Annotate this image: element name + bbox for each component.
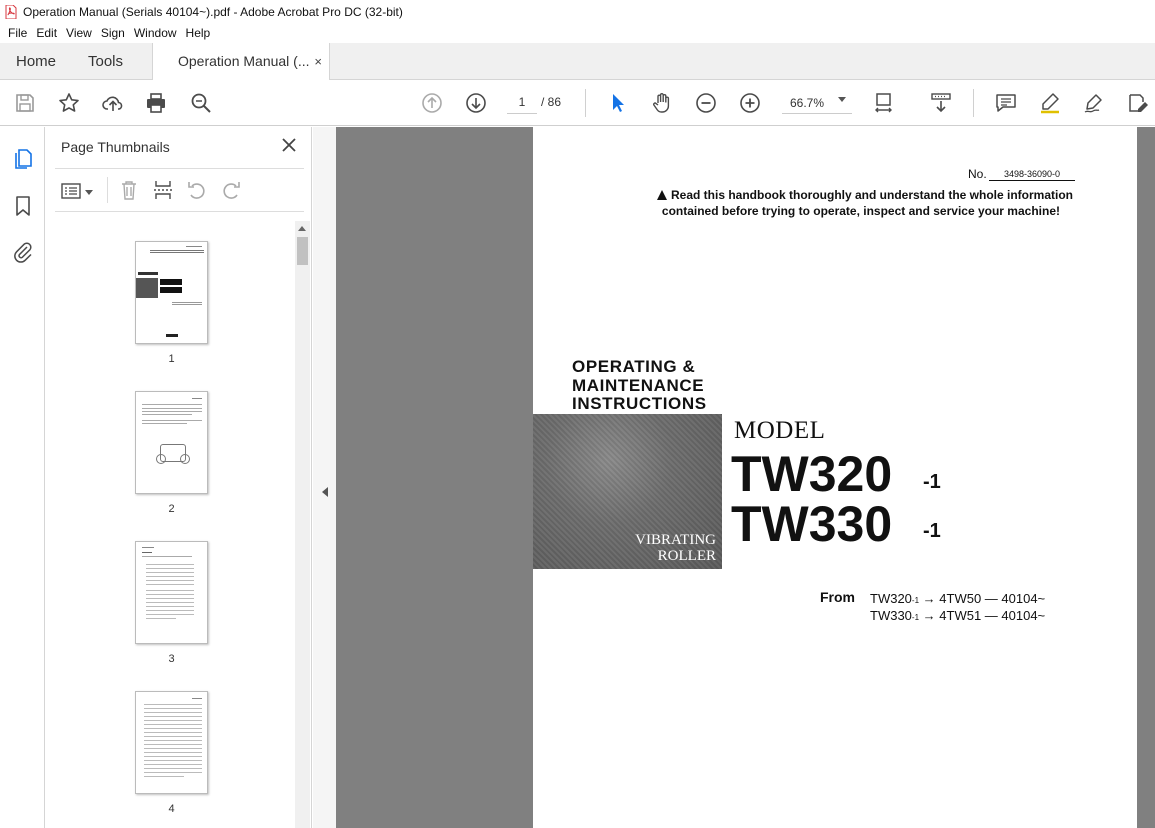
zoom-dropdown[interactable]: 66.7% (782, 90, 852, 114)
toolbar-separator (585, 89, 586, 117)
title-bar: Operation Manual (Serials 40104~).pdf - … (0, 0, 1155, 23)
serial-range-tw320: TW320-1 → 4TW50 — 40104~ (870, 591, 1046, 606)
menu-sign[interactable]: Sign (101, 26, 125, 40)
page-thumbnail-4[interactable] (135, 691, 208, 794)
highlight-pen-icon[interactable] (1038, 91, 1062, 115)
photo-caption-roller: ROLLER (657, 548, 716, 564)
document-number-label: No. (968, 167, 987, 181)
page-fit-icon[interactable] (873, 91, 897, 115)
menu-file[interactable]: File (8, 26, 27, 40)
next-page-icon[interactable] (464, 91, 488, 115)
model-tw330: TW330 (731, 496, 893, 552)
menu-view[interactable]: View (66, 26, 92, 40)
bookmarks-icon[interactable] (11, 194, 35, 218)
page-thumbnail-3[interactable] (135, 541, 208, 644)
page-thumbnail-2[interactable] (135, 391, 208, 494)
page-thumbnails-panel: Page Thumbnails 1 2 3 4 (45, 127, 312, 828)
heading-instructions: INSTRUCTIONS (572, 394, 707, 413)
thumbnail-label: 1 (168, 353, 175, 365)
serial-from-label: From (820, 589, 855, 605)
menu-bar: File Edit View Sign Window Help (0, 23, 1155, 43)
bookmark-star-icon[interactable] (57, 91, 81, 115)
attachments-paperclip-icon[interactable] (11, 240, 35, 264)
panel-title: Page Thumbnails (61, 139, 170, 155)
thumbnail-label: 4 (168, 803, 175, 815)
tab-document-label: Operation Manual (... (178, 53, 310, 69)
find-zoom-icon[interactable] (189, 91, 213, 115)
thumbnail-label: 3 (168, 653, 175, 665)
options-list-icon[interactable] (60, 180, 82, 202)
sign-pen-icon[interactable] (1082, 91, 1106, 115)
hand-tool-icon[interactable] (650, 91, 674, 115)
close-icon[interactable] (281, 137, 297, 153)
comment-icon[interactable] (994, 91, 1018, 115)
page-thumbnail-1[interactable] (135, 241, 208, 344)
thumbnail-scrollbar[interactable] (295, 221, 310, 828)
previous-page-icon[interactable] (420, 91, 444, 115)
edit-pdf-icon[interactable] (1126, 91, 1150, 115)
print-icon[interactable] (144, 91, 168, 115)
split-page-icon[interactable] (152, 179, 174, 201)
menu-help[interactable]: Help (186, 26, 211, 40)
zoom-value: 66.7% (790, 96, 825, 110)
tab-close-icon[interactable]: × (314, 43, 322, 80)
warning-line-1: Read this handbook thoroughly and unders… (641, 188, 1073, 202)
cloud-upload-icon[interactable] (101, 91, 125, 115)
navigation-rail (0, 127, 45, 828)
scroll-mode-icon[interactable] (929, 91, 953, 115)
chevron-down-icon (838, 97, 846, 102)
delete-trash-icon[interactable] (118, 179, 140, 201)
toolbar (0, 80, 1155, 185)
model-label: MODEL (734, 417, 826, 444)
scrollbar-thumb[interactable] (297, 237, 308, 265)
acrobat-pdf-icon (5, 4, 17, 19)
thumbnail-list: 1 2 3 4 (45, 221, 295, 828)
document-view[interactable]: No. 3498-36090-0 Read this handbook thor… (336, 127, 1155, 828)
model-tw330-suffix: -1 (923, 520, 941, 542)
tab-home[interactable]: Home (16, 43, 56, 80)
document-number-value: 3498-36090-0 (989, 169, 1075, 181)
save-icon[interactable] (13, 91, 37, 115)
scroll-up-icon[interactable] (298, 226, 306, 231)
tab-bar: Home Tools Operation Manual (... × (0, 43, 1155, 81)
rotate-counterclockwise-icon[interactable] (186, 179, 208, 201)
select-cursor-icon[interactable] (606, 91, 630, 115)
model-tw320-suffix: -1 (923, 471, 941, 493)
page-total: / 86 (541, 95, 562, 109)
zoom-in-icon[interactable] (738, 91, 762, 115)
window-title: Operation Manual (Serials 40104~).pdf - … (23, 4, 403, 19)
panel-separator (107, 177, 108, 203)
panel-collapse-handle[interactable] (313, 127, 336, 828)
thumbnail-label: 2 (168, 503, 175, 515)
page-thumbnails-icon[interactable] (11, 147, 35, 171)
toolbar-separator (973, 89, 974, 117)
serial-range-tw330: TW330-1 → 4TW51 — 40104~ (870, 608, 1046, 623)
photo-caption-vibrating: VIBRATING (635, 532, 716, 548)
options-caret-icon[interactable] (85, 190, 93, 195)
page-number-input[interactable] (507, 90, 537, 114)
tab-document[interactable]: Operation Manual (... × (152, 43, 330, 81)
menu-edit[interactable]: Edit (36, 26, 57, 40)
roller-photo: VIBRATING ROLLER (533, 414, 722, 569)
panel-toolbar (55, 168, 304, 212)
zoom-out-icon[interactable] (694, 91, 718, 115)
menu-window[interactable]: Window (134, 26, 177, 40)
warning-icon (657, 190, 667, 200)
heading-maintenance: MAINTENANCE (572, 376, 705, 395)
heading-operating: OPERATING & (572, 357, 696, 376)
chevron-left-icon (322, 487, 328, 497)
pdf-page: No. 3498-36090-0 Read this handbook thor… (533, 127, 1137, 828)
warning-line-2: contained before trying to operate, insp… (661, 204, 1060, 218)
tab-tools[interactable]: Tools (88, 43, 123, 80)
rotate-clockwise-icon[interactable] (220, 179, 242, 201)
